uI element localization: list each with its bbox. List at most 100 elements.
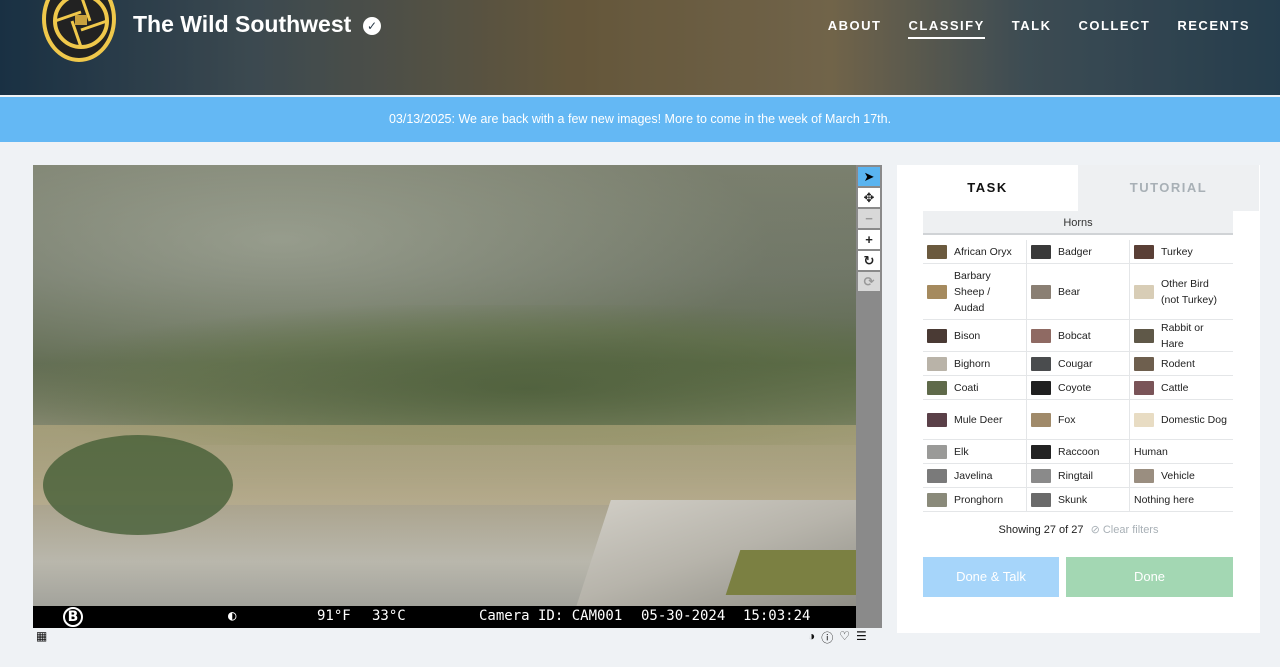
choice-thumbnail <box>1134 412 1154 427</box>
choice-label: Mule Deer <box>954 413 1003 426</box>
main-nav: ABOUT CLASSIFY TALK COLLECT RECENTS <box>828 18 1250 39</box>
choice-row: Javelina Ringtail Vehicle <box>923 464 1233 488</box>
choice-rodent[interactable]: Rodent <box>1129 352 1232 375</box>
choice-row: Barbary Sheep / Audad Bear Other Bird (not… <box>923 264 1233 320</box>
choice-raccoon[interactable]: Raccoon <box>1026 440 1129 463</box>
choice-bear[interactable]: Bear <box>1026 264 1129 319</box>
choice-label: Coati <box>954 381 979 394</box>
move-tool-icon[interactable]: ✥ <box>858 188 880 207</box>
choice-rabbit-or-hare[interactable]: Rabbit or Hare <box>1129 320 1232 351</box>
choice-label: Cattle <box>1161 381 1189 394</box>
showing-text: Showing 27 of 27 <box>998 524 1084 536</box>
choice-bighorn[interactable]: Bighorn <box>923 352 1026 375</box>
choice-domestic-dog[interactable]: Domestic Dog <box>1129 400 1232 439</box>
flipbook-grid-icon[interactable]: ▦ <box>36 629 47 643</box>
choice-label: Fox <box>1058 413 1076 426</box>
choice-label: Human <box>1134 445 1168 458</box>
choice-coati[interactable]: Coati <box>923 376 1026 399</box>
rotate-icon[interactable]: ↻ <box>858 251 880 270</box>
choice-label: Elk <box>954 445 969 458</box>
choice-label: Nothing here <box>1134 493 1195 506</box>
choice-thumbnail <box>1134 284 1154 299</box>
done-and-talk-button[interactable]: Done & Talk <box>923 557 1059 597</box>
choice-thumbnail <box>927 284 947 299</box>
choice-thumbnail <box>927 412 947 427</box>
choice-label: Rodent <box>1161 357 1195 370</box>
choice-thumbnail <box>1031 444 1051 459</box>
choice-label: Bison <box>954 329 981 342</box>
choice-row: Mule Deer Fox Domestic Dog <box>923 400 1233 440</box>
choice-thumbnail <box>927 492 947 507</box>
choice-skunk[interactable]: Skunk <box>1026 488 1129 511</box>
choice-mule-deer[interactable]: Mule Deer <box>923 400 1026 439</box>
choice-thumbnail <box>1031 284 1051 299</box>
choice-thumbnail <box>1031 492 1051 507</box>
pointer-tool-icon[interactable]: ➤ <box>858 167 880 186</box>
choice-thumbnail <box>927 380 947 395</box>
capture-time: 15:03:24 <box>743 608 811 624</box>
choice-badger[interactable]: Badger <box>1026 240 1129 263</box>
nav-recents[interactable]: RECENTS <box>1177 18 1250 39</box>
nav-about[interactable]: ABOUT <box>828 18 882 39</box>
choice-barbary-sheep-audad[interactable]: Barbary Sheep / Audad <box>923 264 1026 319</box>
collections-list-icon[interactable]: ☰ <box>856 629 867 646</box>
choice-thumbnail <box>1134 468 1154 483</box>
tab-tutorial[interactable]: TUTORIAL <box>1078 165 1259 211</box>
choice-label: Rabbit or Hare <box>1161 321 1204 350</box>
choice-thumbnail <box>1031 328 1051 343</box>
tab-task[interactable]: TASK <box>897 165 1078 211</box>
nav-collect[interactable]: COLLECT <box>1078 18 1150 39</box>
choice-label: Javelina <box>954 469 993 482</box>
reset-icon[interactable]: ⟳ <box>858 272 880 291</box>
choice-nothing-here[interactable]: Nothing here <box>1129 488 1232 511</box>
zoom-out-icon[interactable]: − <box>858 209 880 228</box>
choice-african-oryx[interactable]: African Oryx <box>923 240 1026 263</box>
choice-cougar[interactable]: Cougar <box>1026 352 1129 375</box>
choice-vehicle[interactable]: Vehicle <box>1129 464 1232 487</box>
image-brush <box>33 305 856 445</box>
zoom-in-icon[interactable]: + <box>858 230 880 249</box>
choice-other-bird-not-turkey[interactable]: Other Bird (not Turkey) <box>1129 264 1232 319</box>
choice-thumbnail <box>1031 412 1051 427</box>
choice-elk[interactable]: Elk <box>923 440 1026 463</box>
filter-horns[interactable]: Horns <box>923 211 1233 235</box>
image-toolbar: ➤ ✥ − + ↻ ⟳ <box>856 165 882 628</box>
choice-bobcat[interactable]: Bobcat <box>1026 320 1129 351</box>
choice-label: Other Bird (not Turkey) <box>1161 277 1218 306</box>
nav-talk[interactable]: TALK <box>1012 18 1052 39</box>
choice-label: Vehicle <box>1161 469 1195 482</box>
choice-row: Bison Bobcat Rabbit or Hare <box>923 320 1233 352</box>
nav-classify[interactable]: CLASSIFY <box>908 18 985 39</box>
choice-turkey[interactable]: Turkey <box>1129 240 1232 263</box>
image-actions: ◑ ⓘ ♡ ☰ <box>808 629 867 646</box>
choice-pronghorn[interactable]: Pronghorn <box>923 488 1026 511</box>
choice-label: Domestic Dog <box>1161 413 1227 426</box>
done-button[interactable]: Done <box>1066 557 1233 597</box>
favorite-heart-icon[interactable]: ♡ <box>839 629 850 646</box>
choice-fox[interactable]: Fox <box>1026 400 1129 439</box>
subject-image[interactable] <box>33 165 856 606</box>
choice-thumbnail <box>927 244 947 259</box>
choice-cattle[interactable]: Cattle <box>1129 376 1232 399</box>
choice-javelina[interactable]: Javelina <box>923 464 1026 487</box>
choice-thumbnail <box>1031 244 1051 259</box>
site-title[interactable]: The Wild Southwest <box>133 11 351 38</box>
info-icon[interactable]: ⓘ <box>821 629 833 646</box>
image-bush <box>43 435 233 535</box>
choice-coyote[interactable]: Coyote <box>1026 376 1129 399</box>
image-water <box>725 550 856 595</box>
choice-ringtail[interactable]: Ringtail <box>1026 464 1129 487</box>
choice-thumbnail <box>1134 328 1154 343</box>
clear-filters-link[interactable]: ⊘ Clear filters <box>1091 524 1159 536</box>
choice-label: Bobcat <box>1058 329 1091 342</box>
choice-label: Pronghorn <box>954 493 1004 506</box>
choice-row: Pronghorn Skunk Nothing here <box>923 488 1233 512</box>
choice-bison[interactable]: Bison <box>923 320 1026 351</box>
choice-thumbnail <box>1134 244 1154 259</box>
choice-thumbnail <box>927 328 947 343</box>
temperature-c: 33°C <box>372 608 406 624</box>
choice-label: Bighorn <box>954 357 991 370</box>
choice-thumbnail <box>927 356 947 371</box>
choice-human[interactable]: Human <box>1129 440 1232 463</box>
invert-icon[interactable]: ◑ <box>808 629 815 646</box>
